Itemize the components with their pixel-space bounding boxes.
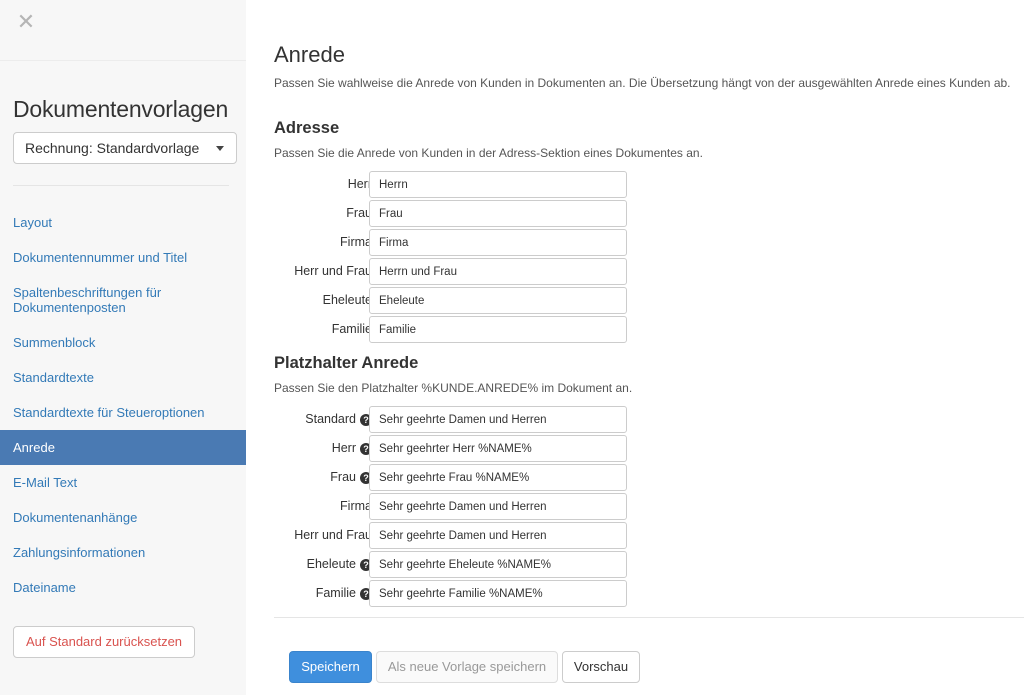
text-input[interactable] xyxy=(369,464,627,491)
close-icon[interactable]: ✕ xyxy=(14,10,38,34)
field-label: Eheleute xyxy=(323,287,372,314)
sidebar-item-1[interactable]: Dokumentennummer und Titel xyxy=(0,240,246,275)
field-label-text: Eheleute xyxy=(306,557,356,571)
sidebar-item-label: Zahlungsinformationen xyxy=(13,545,146,560)
text-input[interactable] xyxy=(369,435,627,462)
sidebar-item-0[interactable]: Layout xyxy=(0,205,246,240)
form-row: Eheleute? xyxy=(274,551,634,578)
save-as-new-template-button[interactable]: Als neue Vorlage speichern xyxy=(376,651,558,683)
sidebar-item-7[interactable]: E-Mail Text xyxy=(0,465,246,500)
field-label: Familie? xyxy=(316,580,372,607)
text-input[interactable] xyxy=(369,406,627,433)
template-select[interactable]: Rechnung: Standardvorlage xyxy=(13,132,237,164)
field-label-text: Firma xyxy=(340,499,372,513)
sidebar-item-10[interactable]: Dateiname xyxy=(0,570,246,605)
sidebar-item-6[interactable]: Anrede xyxy=(0,430,246,465)
placeholder-section-description: Passen Sie den Platzhalter %KUNDE.ANREDE… xyxy=(274,381,633,395)
field-label-text: Frau xyxy=(330,470,356,484)
text-input[interactable] xyxy=(369,229,627,256)
text-input[interactable] xyxy=(369,551,627,578)
sidebar: ✕ Dokumentenvorlagen Rechnung: Standardv… xyxy=(0,0,246,695)
sidebar-item-label: Dateiname xyxy=(13,580,76,595)
sidebar-item-label: Spaltenbeschriftungen für Dokumentenpost… xyxy=(13,285,162,315)
address-section-description: Passen Sie die Anrede von Kunden in der … xyxy=(274,146,703,160)
field-label: Standard? xyxy=(305,406,372,433)
address-section-title: Adresse xyxy=(274,119,340,137)
form-row: Eheleute xyxy=(274,287,634,314)
text-input[interactable] xyxy=(369,316,627,343)
sidebar-item-label: Standardtexte für Steueroptionen xyxy=(13,405,205,420)
form-row: Frau xyxy=(274,200,634,227)
form-row: Herr xyxy=(274,171,634,198)
sidebar-divider-top xyxy=(0,60,246,61)
field-label-text: Eheleute xyxy=(322,293,372,307)
text-input[interactable] xyxy=(369,258,627,285)
sidebar-item-label: Dokumentennummer und Titel xyxy=(13,250,188,265)
field-label-text: Herr xyxy=(331,441,356,455)
sidebar-item-9[interactable]: Zahlungsinformationen xyxy=(0,535,246,570)
sidebar-item-label: E-Mail Text xyxy=(13,475,78,490)
page-description: Passen Sie wahlweise die Anrede von Kund… xyxy=(274,76,1011,90)
text-input[interactable] xyxy=(369,522,627,549)
sidebar-divider xyxy=(13,185,229,186)
form-row: Herr? xyxy=(274,435,634,462)
sidebar-item-8[interactable]: Dokumentenanhänge xyxy=(0,500,246,535)
chevron-down-icon xyxy=(216,146,224,151)
field-label: Firma xyxy=(340,229,372,256)
sidebar-item-3[interactable]: Summenblock xyxy=(0,325,246,360)
field-label: Eheleute? xyxy=(307,551,372,578)
field-label: Herr? xyxy=(332,435,372,462)
sidebar-title: Dokumentenvorlagen xyxy=(13,96,229,122)
text-input[interactable] xyxy=(369,171,627,198)
sidebar-item-5[interactable]: Standardtexte für Steueroptionen xyxy=(0,395,246,430)
sidebar-item-label: Dokumentenanhänge xyxy=(13,510,138,525)
sidebar-nav: Layout Dokumentennummer und Titel Spaltenb… xyxy=(0,205,246,605)
page-title: Anrede xyxy=(274,42,345,67)
save-button[interactable]: Speichern xyxy=(289,651,372,683)
text-input[interactable] xyxy=(369,287,627,314)
sidebar-item-2[interactable]: Spaltenbeschriftungen für Dokumentenpost… xyxy=(0,275,246,325)
field-label-text: Firma xyxy=(340,235,372,249)
field-label: Frau? xyxy=(330,464,372,491)
placeholder-section-title: Platzhalter Anrede xyxy=(274,354,419,372)
sidebar-item-label: Anrede xyxy=(13,440,55,455)
field-label-text: Familie xyxy=(331,322,372,336)
form-row: Familie xyxy=(274,316,634,343)
sidebar-item-label: Standardtexte xyxy=(13,370,94,385)
field-label: Familie xyxy=(332,316,372,343)
text-input[interactable] xyxy=(369,580,627,607)
field-label: Firma xyxy=(340,493,372,520)
field-label: Herr und Frau xyxy=(294,522,372,549)
form-row: Firma xyxy=(274,229,634,256)
main-content: Anrede Passen Sie wahlweise die Anrede v… xyxy=(274,0,1024,695)
field-label: Herr und Frau xyxy=(294,258,372,285)
field-label-text: Standard xyxy=(305,412,356,426)
field-label-text: Herr und Frau xyxy=(294,264,372,278)
text-input[interactable] xyxy=(369,200,627,227)
sidebar-item-4[interactable]: Standardtexte xyxy=(0,360,246,395)
text-input[interactable] xyxy=(369,493,627,520)
reset-to-default-button[interactable]: Auf Standard zurücksetzen xyxy=(13,626,195,658)
form-row: Firma xyxy=(274,493,634,520)
footer-divider xyxy=(274,617,1024,618)
field-label-text: Familie xyxy=(315,586,356,600)
sidebar-item-label: Summenblock xyxy=(13,335,96,350)
sidebar-item-label: Layout xyxy=(13,215,53,230)
form-row: Frau? xyxy=(274,464,634,491)
form-row: Standard? xyxy=(274,406,634,433)
field-label-text: Herr und Frau xyxy=(294,528,372,542)
form-row: Herr und Frau xyxy=(274,258,634,285)
preview-button[interactable]: Vorschau xyxy=(562,651,640,683)
form-row: Familie? xyxy=(274,580,634,607)
form-row: Herr und Frau xyxy=(274,522,634,549)
template-select-value: Rechnung: Standardvorlage xyxy=(25,140,200,156)
